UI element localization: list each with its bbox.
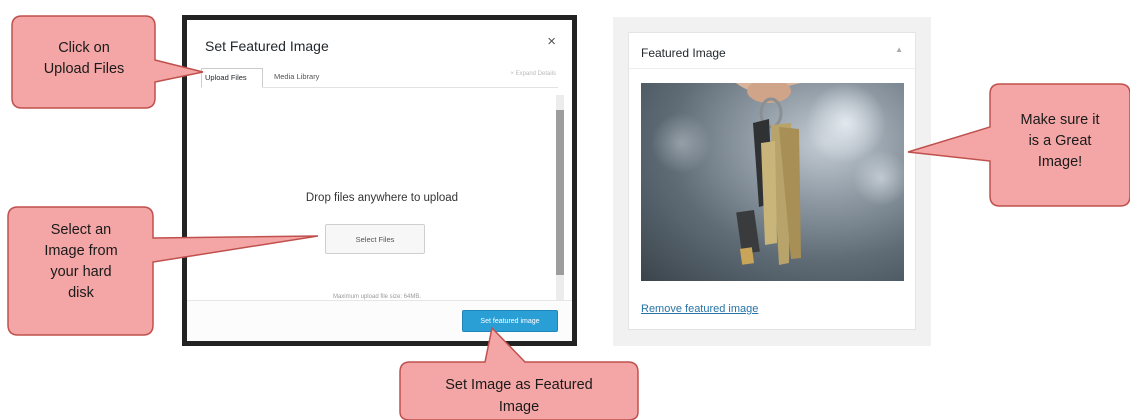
- callout-shapes: [7, 15, 1130, 420]
- callout-select-text: Select an Image from your hard disk: [44, 222, 118, 301]
- callout-great-text: Make sure it is a Great Image!: [1020, 112, 1100, 170]
- callout-upload-text: Click on Upload Files: [43, 40, 125, 77]
- callout-set-text: Set Image as Featured Image: [445, 377, 593, 415]
